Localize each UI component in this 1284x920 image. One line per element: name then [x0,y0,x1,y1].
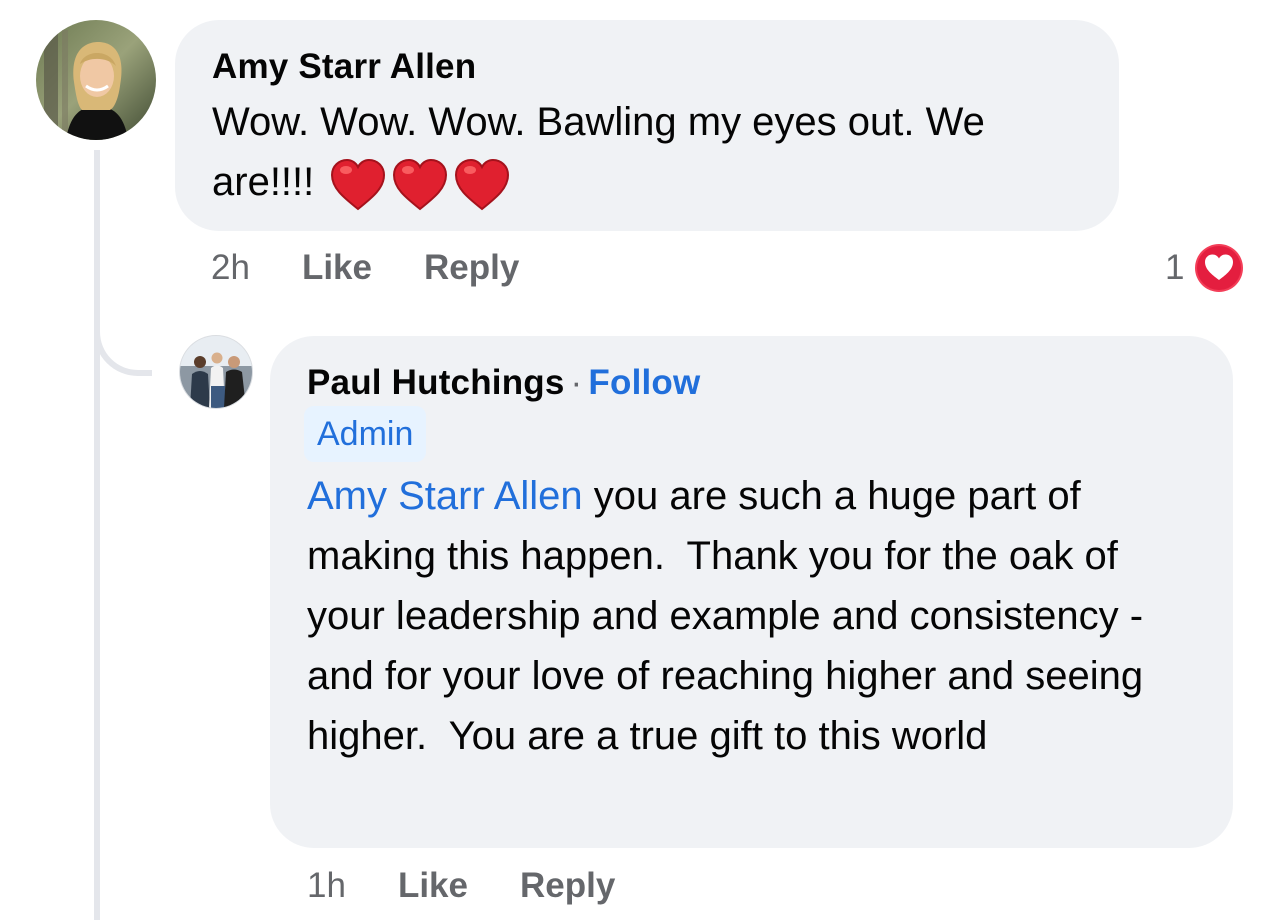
like-button[interactable]: Like [398,863,468,909]
reply-actions-paul: 1h Like Reply [307,863,667,909]
red-heart-emoji-icon [455,158,510,211]
comment-author-name[interactable]: Amy Starr Allen [212,44,1083,90]
avatar-paul-image [180,336,252,408]
thread-connector-line [94,150,100,920]
reply-author-line: Paul Hutchings · Follow [307,360,1203,406]
reaction-summary[interactable]: 1 [1165,243,1244,293]
separator-dot: · [570,363,583,402]
reply-button[interactable]: Reply [424,245,519,291]
reply-button[interactable]: Reply [520,863,615,909]
avatar-amy-image [36,20,156,140]
like-button[interactable]: Like [302,245,372,291]
reaction-count: 1 [1165,248,1185,287]
reply-timestamp[interactable]: 1h [307,863,346,909]
author-name-text[interactable]: Amy Starr Allen [212,47,476,86]
comment-text: Wow. Wow. Wow. Bawling my eyes out. We a… [212,92,1083,213]
mention-link[interactable]: Amy Starr Allen [307,474,583,518]
reply-bubble-paul: Paul Hutchings · Follow Admin Amy Starr Al… [270,336,1233,848]
comment-actions-amy: 2h Like Reply [211,245,571,291]
red-heart-emoji-icon [331,158,386,211]
admin-badge: Admin [304,406,427,462]
avatar-amy-starr-allen[interactable] [36,20,156,140]
heart-emoji-group [325,158,511,211]
red-heart-emoji-icon [393,158,448,211]
comment-timestamp[interactable]: 2h [211,245,250,291]
thread-connector-curve [94,300,152,376]
badge-row: Admin [304,406,1203,462]
reply-author-name[interactable]: Paul Hutchings [307,363,565,402]
follow-button[interactable]: Follow [588,363,700,402]
avatar-paul-hutchings[interactable] [180,336,252,408]
reply-text: Amy Starr Allen you are such a huge part… [307,466,1203,766]
love-reaction-icon [1195,244,1244,292]
comment-bubble-amy: Amy Starr Allen Wow. Wow. Wow. Bawling m… [175,20,1119,231]
